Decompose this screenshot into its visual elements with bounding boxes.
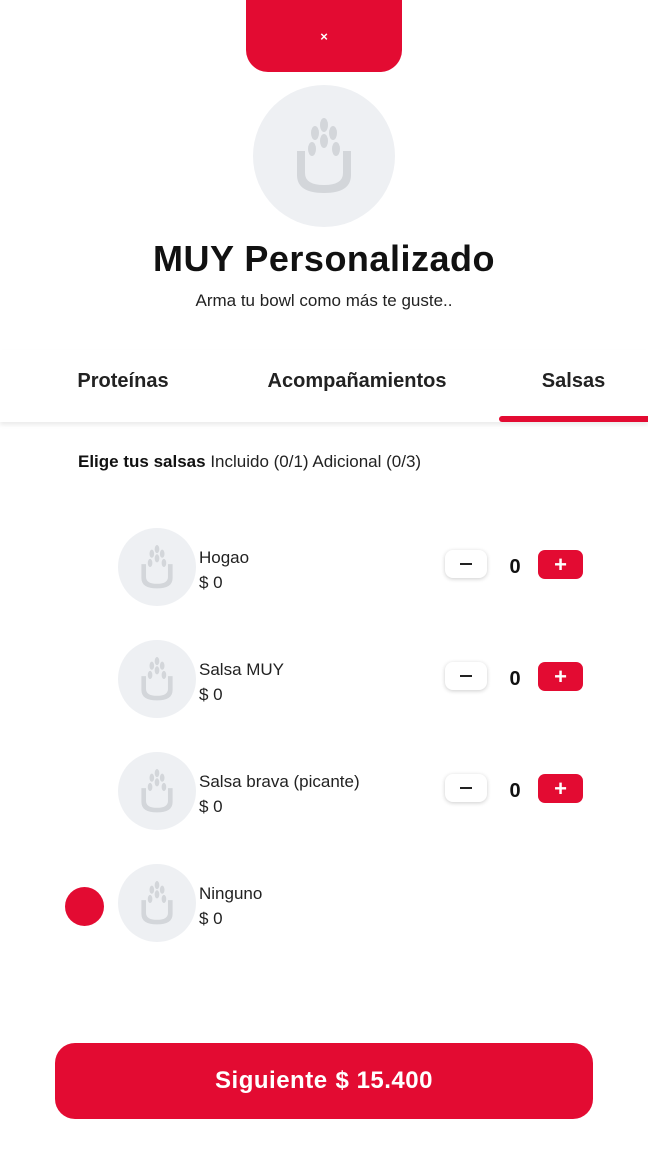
- select-radio[interactable]: [65, 887, 104, 926]
- item-name: Ninguno: [199, 884, 263, 903]
- bowl-logo-icon: [118, 864, 196, 942]
- bowl-logo-icon: [118, 640, 196, 718]
- decrease-button[interactable]: [445, 774, 487, 802]
- bowl-logo-icon: [118, 752, 196, 830]
- decrease-button[interactable]: [445, 550, 487, 578]
- next-button[interactable]: Siguiente $ 15.400: [55, 1043, 593, 1119]
- active-tab-indicator: [499, 416, 648, 422]
- increase-button[interactable]: +: [538, 550, 583, 579]
- included-count: Incluido (0/1): [210, 452, 309, 471]
- bowl-logo-icon: [118, 528, 196, 606]
- item-name: Salsa MUY: [199, 660, 285, 679]
- page-subtitle: Arma tu bowl como más te guste..: [195, 291, 453, 310]
- section-header: Elige tus salsas Incluido (0/1) Adiciona…: [78, 452, 421, 472]
- item-price: $ 0: [199, 685, 223, 704]
- item-name: Salsa brava (picante): [199, 772, 360, 791]
- increase-button[interactable]: +: [538, 774, 583, 803]
- minus-icon: [460, 675, 472, 677]
- order-total: $ 15.400: [335, 1067, 433, 1094]
- tab-acompanamientos[interactable]: Acompañamientos: [230, 350, 484, 414]
- close-button[interactable]: ×: [246, 0, 402, 72]
- list-item: Ninguno $ 0: [0, 864, 648, 944]
- minus-icon: [460, 787, 472, 789]
- item-price: $ 0: [199, 797, 223, 816]
- section-title: Elige tus salsas: [78, 452, 206, 471]
- increase-button[interactable]: +: [538, 662, 583, 691]
- plus-icon: +: [554, 775, 567, 801]
- list-item: Salsa MUY $ 0 0 +: [0, 640, 648, 720]
- quantity-value: 0: [509, 780, 521, 802]
- plus-icon: +: [554, 663, 567, 689]
- quantity-value: 0: [509, 668, 521, 690]
- tab-salsas[interactable]: Salsas: [499, 350, 648, 414]
- additional-count: Adicional (0/3): [312, 452, 422, 471]
- tab-proteinas[interactable]: Proteínas: [50, 350, 196, 414]
- list-item: Hogao $ 0 0 +: [0, 528, 648, 608]
- page-title: MUY Personalizado: [153, 238, 495, 279]
- close-icon: ×: [320, 28, 328, 44]
- plus-icon: +: [554, 551, 567, 577]
- item-price: $ 0: [199, 909, 223, 928]
- decrease-button[interactable]: [445, 662, 487, 690]
- minus-icon: [460, 563, 472, 565]
- next-label: Siguiente: [215, 1067, 328, 1094]
- item-name: Hogao: [199, 548, 250, 567]
- bowl-logo-icon: [253, 85, 395, 227]
- quantity-value: 0: [509, 556, 521, 578]
- item-price: $ 0: [199, 573, 223, 592]
- category-tabs: Proteínas Acompañamientos Salsas: [0, 350, 648, 422]
- list-item: Salsa brava (picante) $ 0 0 +: [0, 752, 648, 832]
